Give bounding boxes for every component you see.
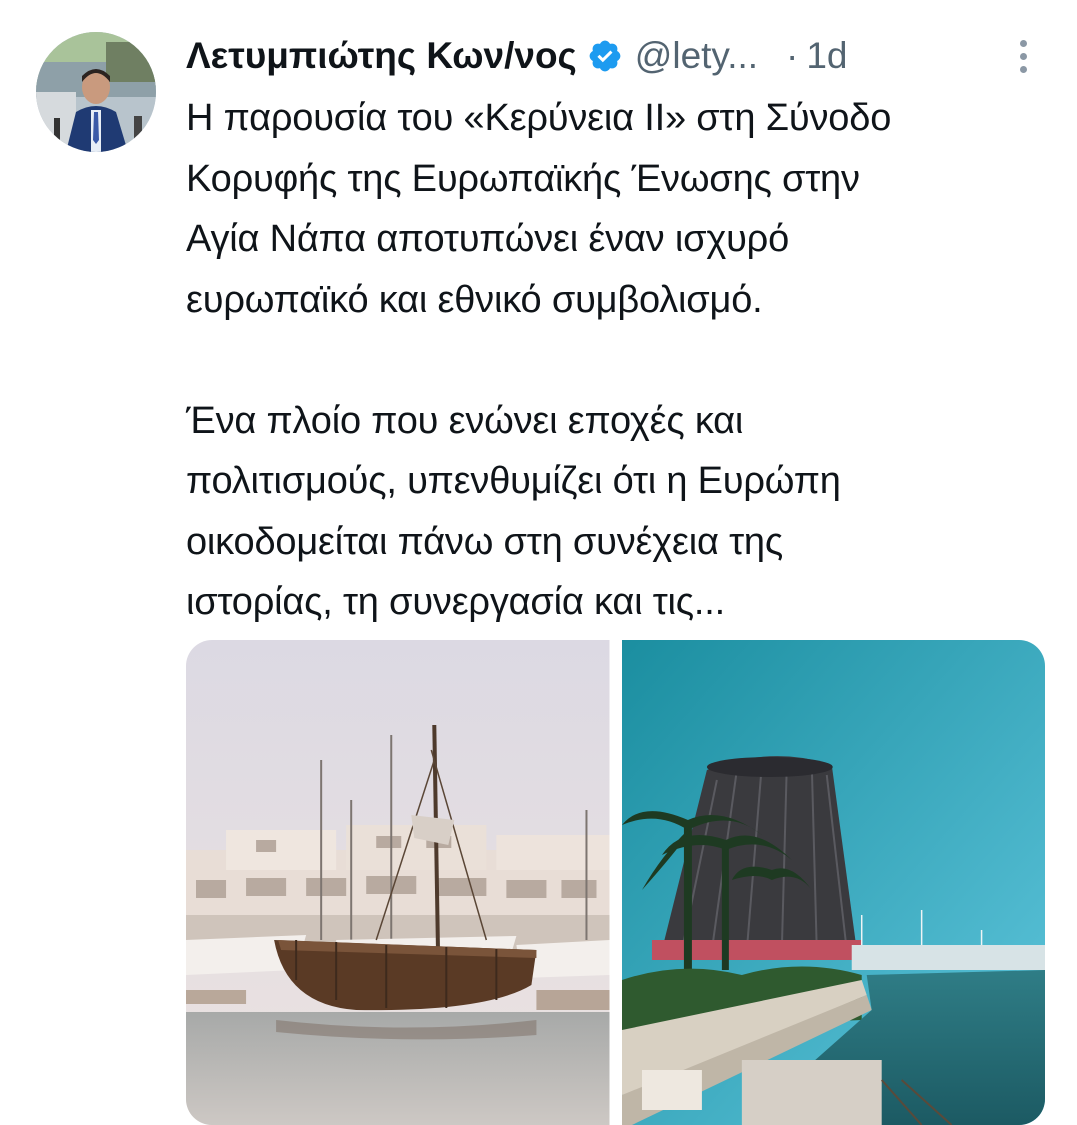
author-name[interactable]: Λετυμπιώτης Κων/νος <box>186 35 577 77</box>
tweet-text-line: Κορυφής της Ευρωπαϊκής Ένωσης στην <box>186 157 860 200</box>
tweet-text-line: Η παρουσία του «Κερύνεια ΙΙ» στη Σύνοδο <box>186 97 892 139</box>
tweet-text-line: Αγία Νάπα αποτυπώνει έναν ισχυρό <box>186 218 790 260</box>
avatar-photo <box>36 32 156 152</box>
tweet-text-line: ευρωπαϊκό και εθνικό συμβολισμό. <box>186 278 763 321</box>
verified-badge-icon <box>587 38 623 74</box>
tweet[interactable]: Λετυμπιώτης Κων/νος @lety... · 1d Η παρο… <box>0 0 1077 1125</box>
media-photo-ship[interactable] <box>186 640 610 1125</box>
avatar[interactable] <box>36 32 156 152</box>
more-vertical-icon[interactable] <box>1008 36 1038 78</box>
tweet-text-line: οικοδομείται πάνω στη συνέχεια της <box>186 520 783 563</box>
tweet-timestamp[interactable]: 1d <box>806 35 847 77</box>
tweet-text: Η παρουσία του «Κερύνεια ΙΙ» στη Σύνοδο … <box>186 88 1056 633</box>
tweet-text-line: πολιτισμούς, υπενθυμίζει ότι η Ευρώπη <box>186 460 841 502</box>
tweet-text-line: Ένα πλοίο που ενώνει εποχές και <box>186 399 744 442</box>
tweet-media <box>186 640 1045 1125</box>
media-photo-tower[interactable] <box>621 640 1045 1125</box>
tweet-header: Λετυμπιώτης Κων/νος @lety... · 1d <box>186 28 1046 84</box>
author-handle[interactable]: @lety... <box>635 35 758 77</box>
separator-dot: · <box>786 35 799 76</box>
tweet-text-line: ιστορίας, τη συνεργασία και τις... <box>186 581 725 623</box>
